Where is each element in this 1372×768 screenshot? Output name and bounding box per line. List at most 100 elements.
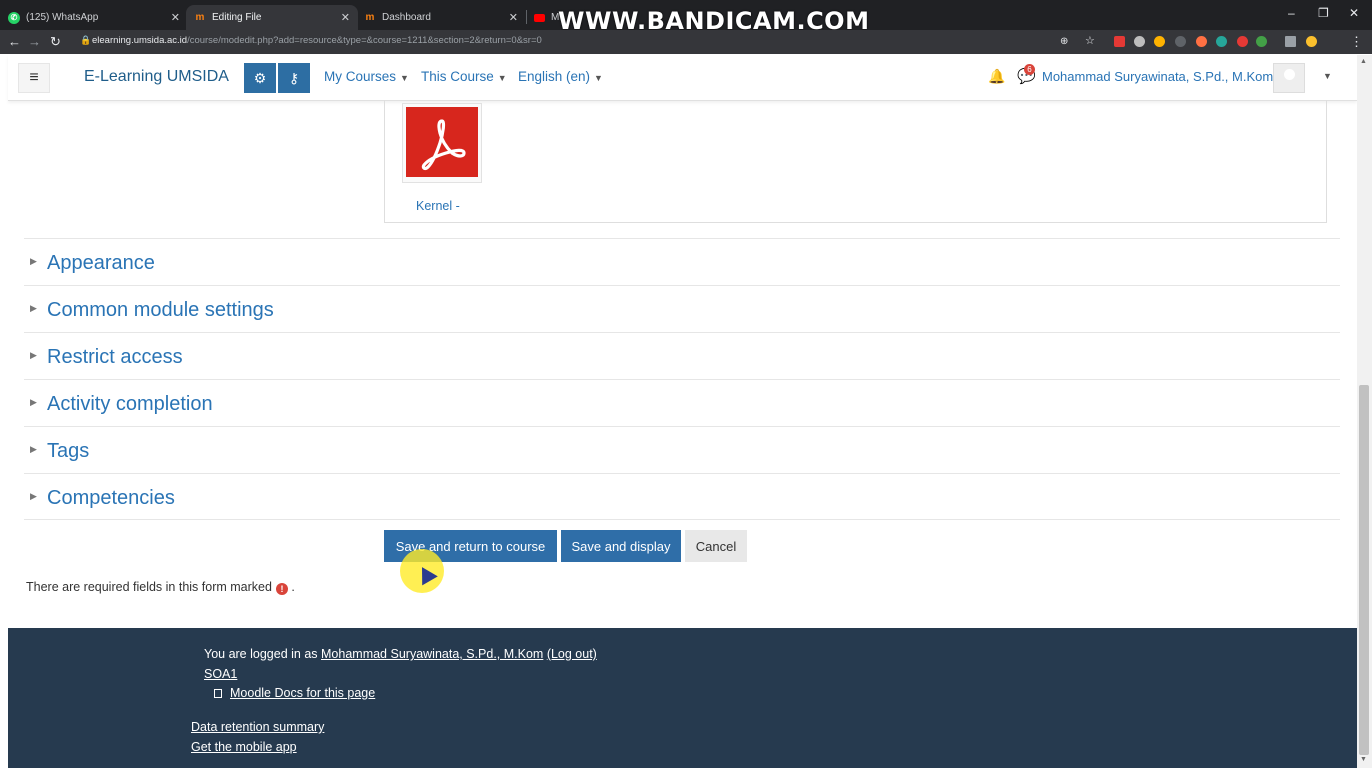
expand-arrow-icon: ▶ (30, 256, 37, 266)
window-close-icon[interactable]: ✕ (1349, 6, 1359, 20)
extension-icon[interactable] (1216, 36, 1227, 47)
expand-arrow-icon: ▶ (30, 350, 37, 360)
back-icon[interactable]: ← (8, 34, 21, 49)
close-icon[interactable]: ✕ (341, 11, 350, 24)
hamburger-icon: ≡ (29, 69, 39, 86)
gears-icon: ⚙ (253, 69, 267, 86)
user-menu-name[interactable]: Mohammad Suryawinata, S.Pd., M.Kom (1042, 69, 1273, 84)
language-menu[interactable]: English (en) ▼ (518, 69, 603, 84)
moodle-icon: m (365, 12, 375, 23)
close-icon[interactable]: ✕ (509, 11, 518, 24)
login-prefix: You are logged in as (204, 647, 318, 661)
moodle-docs-item: Moodle Docs for this page (214, 686, 375, 700)
browser-tab-bar: ✆ (125) WhatsApp ✕ m Editing File ✕ m Da… (0, 0, 1372, 35)
lock-icon: 🔒 (80, 35, 92, 45)
reading-list-icon[interactable] (1285, 36, 1296, 47)
required-note-text: There are required fields in this form m… (26, 580, 272, 594)
save-and-display-button[interactable]: Save and display (561, 530, 681, 562)
message-count-badge: 6 (1024, 64, 1035, 75)
section-competencies[interactable]: ▶ Competencies (24, 473, 1340, 520)
file-name[interactable]: Kernel - (416, 199, 460, 213)
tab-editing-file[interactable]: m Editing File ✕ (186, 5, 358, 30)
avatar[interactable] (1273, 63, 1305, 93)
pdf-icon[interactable] (406, 107, 478, 177)
url-host: elearning.umsida.ac.id (92, 35, 188, 46)
section-label[interactable]: Appearance (47, 252, 155, 275)
required-icon: ! (275, 583, 288, 595)
extension-icon[interactable] (1134, 36, 1145, 47)
extension-icon[interactable] (1237, 36, 1248, 47)
extension-icon[interactable] (1196, 36, 1207, 47)
section-label[interactable]: Restrict access (47, 346, 183, 369)
section-activity-completion[interactable]: ▶ Activity completion (24, 379, 1340, 426)
docs-icon (214, 689, 222, 698)
section-appearance[interactable]: ▶ Appearance (24, 238, 1340, 285)
reload-icon[interactable]: ↻ (50, 34, 61, 50)
section-restrict-access[interactable]: ▶ Restrict access (24, 332, 1340, 379)
tab-title: Editing File (212, 12, 262, 23)
my-courses-label: My Courses (324, 69, 397, 84)
url-path: /course/modedit.php?add=resource&type=&c… (187, 35, 542, 46)
language-label: English (en) (518, 69, 591, 84)
moodle-icon: m (195, 12, 205, 23)
login-info: You are logged in as Mohammad Suryawinat… (204, 647, 597, 661)
profile-icon[interactable] (1306, 36, 1317, 47)
star-icon[interactable]: ☆ (1085, 34, 1095, 47)
tab-whatsapp[interactable]: ✆ (125) WhatsApp ✕ (0, 5, 188, 30)
logout-link[interactable]: (Log out) (547, 647, 597, 661)
data-retention-link[interactable]: Data retention summary (191, 720, 324, 734)
this-course-label: This Course (421, 69, 494, 84)
youtube-icon (534, 13, 545, 22)
expand-arrow-icon: ▶ (30, 444, 37, 454)
forward-icon[interactable]: → (28, 34, 41, 49)
caret-down-icon[interactable]: ▼ (1323, 71, 1332, 81)
more-menu-icon[interactable]: ⋮ (1350, 34, 1363, 50)
caret-down-icon: ▼ (594, 73, 603, 83)
expand-arrow-icon: ▶ (30, 397, 37, 407)
notification-bell-icon[interactable]: 🔔 (988, 68, 1005, 85)
extension-icon[interactable] (1154, 36, 1165, 47)
menu-toggle-button[interactable]: ≡ (18, 63, 50, 93)
extension-icon[interactable] (1256, 36, 1267, 47)
tab-title: Dashboard (382, 12, 431, 23)
scroll-down-icon[interactable]: ▼ (1360, 756, 1367, 763)
url-field[interactable]: elearning.umsida.ac.id/course/modedit.ph… (92, 35, 542, 46)
this-course-menu[interactable]: This Course ▼ (421, 69, 507, 84)
cancel-button[interactable]: Cancel (685, 530, 747, 562)
tab-dashboard[interactable]: m Dashboard ✕ (356, 5, 526, 30)
caret-down-icon: ▼ (400, 73, 409, 83)
admin-settings-button[interactable]: ⚙ (244, 63, 276, 93)
extension-icon[interactable] (1114, 36, 1125, 47)
moodle-navbar: ≡ E-Learning UMSIDA ⚙ ⚷ My Courses ▼ This… (8, 55, 1357, 101)
address-bar: ← → ↻ 🔒 elearning.umsida.ac.id/course/mo… (0, 30, 1372, 54)
footer-user-link[interactable]: Mohammad Suryawinata, S.Pd., M.Kom (321, 647, 543, 661)
key-icon: ⚷ (288, 69, 300, 86)
section-label[interactable]: Competencies (47, 487, 175, 510)
site-brand[interactable]: E-Learning UMSIDA (84, 68, 229, 86)
minimize-icon[interactable]: – (1288, 6, 1295, 20)
required-fields-note: There are required fields in this form m… (26, 580, 295, 595)
zoom-icon[interactable]: ⊕ (1060, 36, 1068, 47)
whatsapp-icon: ✆ (8, 11, 20, 24)
expand-arrow-icon: ▶ (30, 303, 37, 313)
extension-icon[interactable] (1175, 36, 1186, 47)
section-label[interactable]: Tags (47, 440, 89, 463)
close-icon[interactable]: ✕ (171, 11, 180, 24)
section-tags[interactable]: ▶ Tags (24, 426, 1340, 473)
caret-down-icon: ▼ (497, 73, 507, 83)
file-manager-area (384, 100, 1327, 223)
restore-icon[interactable]: ❐ (1318, 6, 1329, 20)
key-button[interactable]: ⚷ (278, 63, 310, 93)
section-label[interactable]: Activity completion (47, 393, 213, 416)
course-link[interactable]: SOA1 (204, 667, 237, 681)
scroll-up-icon[interactable]: ▲ (1360, 58, 1367, 65)
section-label[interactable]: Common module settings (47, 299, 274, 322)
my-courses-menu[interactable]: My Courses ▼ (324, 69, 409, 84)
page-footer: You are logged in as Mohammad Suryawinat… (8, 628, 1357, 768)
scrollbar-thumb[interactable] (1359, 385, 1369, 755)
expand-arrow-icon: ▶ (30, 491, 37, 501)
moodle-docs-link[interactable]: Moodle Docs for this page (230, 686, 375, 700)
section-common-module-settings[interactable]: ▶ Common module settings (24, 285, 1340, 332)
tab-title: (125) WhatsApp (26, 12, 99, 23)
mobile-app-link[interactable]: Get the mobile app (191, 740, 297, 754)
